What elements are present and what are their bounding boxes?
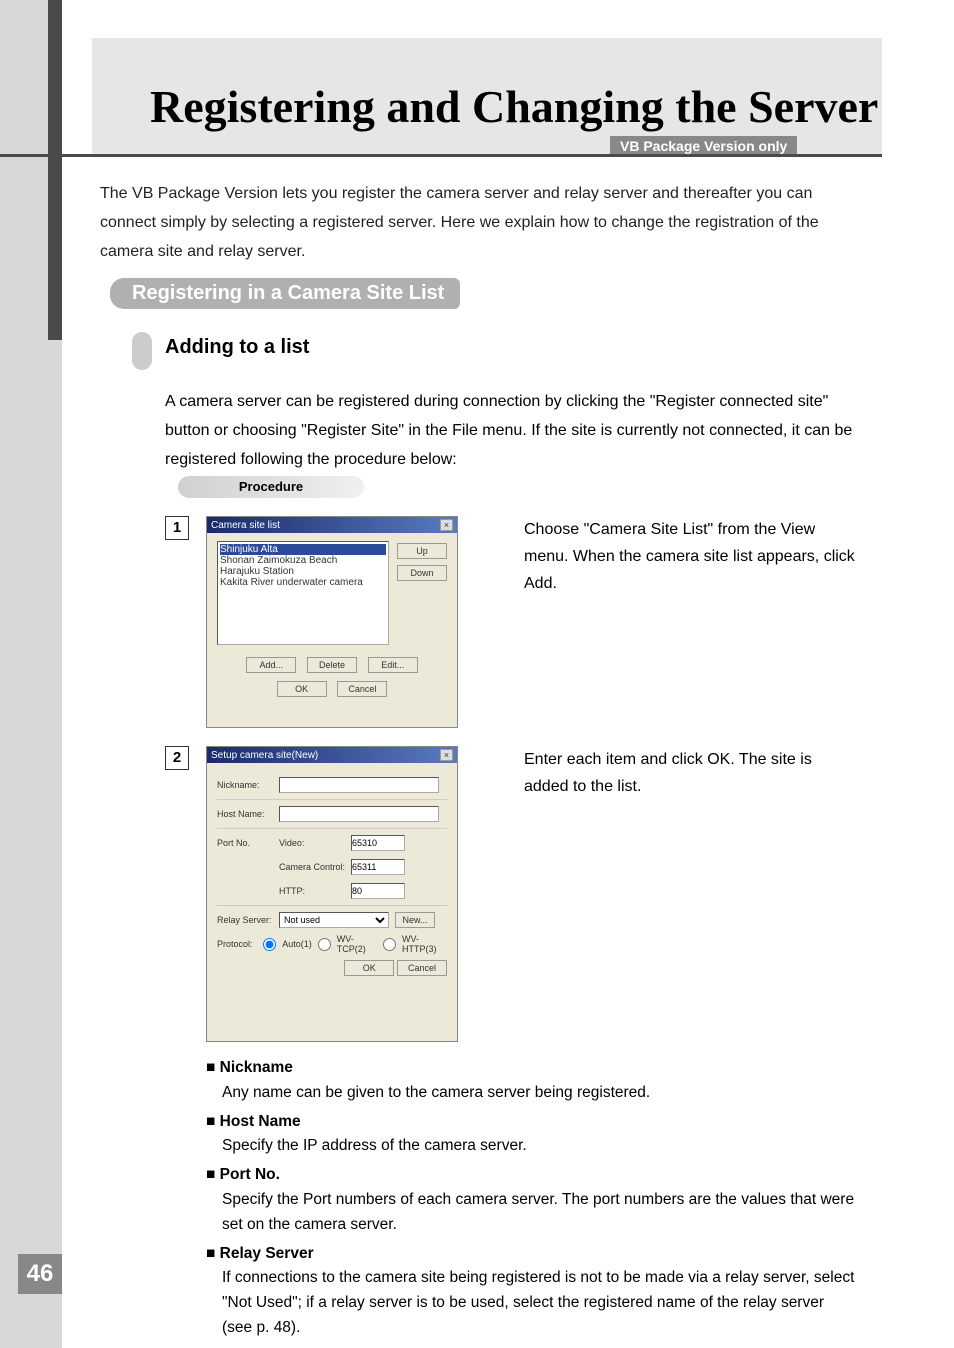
def-desc: If connections to the camera site being …	[222, 1266, 856, 1340]
ok-button[interactable]: OK	[277, 681, 327, 697]
title-divider	[0, 154, 882, 157]
protocol-wvhttp-radio[interactable]	[383, 938, 396, 951]
def-term: Nickname	[206, 1056, 856, 1081]
protocol-label: Protocol:	[217, 939, 257, 949]
intro-paragraph: The VB Package Version lets you register…	[100, 180, 860, 266]
left-dark-stripe	[48, 0, 62, 340]
step-1-text: Choose "Camera Site List" from the View …	[524, 516, 860, 598]
subsection-bullet	[132, 332, 152, 370]
protocol-wvtcp-radio[interactable]	[318, 938, 331, 951]
hostname-label: Host Name:	[217, 809, 279, 819]
subsection-desc: A camera server can be registered during…	[165, 388, 865, 474]
list-item[interactable]: Shonan Zaimokuza Beach	[220, 555, 386, 566]
video-port-input[interactable]	[351, 835, 405, 851]
dialog-title-text: Camera site list	[211, 520, 280, 531]
setup-camera-site-dialog: Setup camera site(New) × Nickname: Host …	[206, 746, 458, 1042]
def-desc: Specify the IP address of the camera ser…	[222, 1134, 856, 1159]
protocol-auto-radio[interactable]	[263, 938, 276, 951]
step-2-text: Enter each item and click OK. The site i…	[524, 746, 860, 800]
list-item[interactable]: Shinjuku Alta	[220, 544, 386, 555]
camera-site-list-dialog: Camera site list × Shinjuku Alta Shonan …	[206, 516, 458, 728]
edit-button[interactable]: Edit...	[368, 657, 418, 673]
subsection-title: Adding to a list	[165, 336, 309, 359]
up-button[interactable]: Up	[397, 543, 447, 559]
video-label: Video:	[279, 838, 351, 848]
step-number-2: 2	[165, 746, 189, 770]
delete-button[interactable]: Delete	[307, 657, 357, 673]
add-button[interactable]: Add...	[246, 657, 296, 673]
dialog-titlebar: Setup camera site(New) ×	[207, 747, 457, 763]
def-desc: Specify the Port numbers of each camera …	[222, 1188, 856, 1238]
list-item[interactable]: Kakita River underwater camera	[220, 577, 386, 588]
protocol-auto-label: Auto(1)	[282, 939, 312, 949]
http-port-input[interactable]	[351, 883, 405, 899]
nickname-label: Nickname:	[217, 780, 279, 790]
page-title: Registering and Changing the Server	[150, 80, 878, 133]
close-icon[interactable]: ×	[440, 519, 453, 531]
protocol-wvtcp-label: WV-TCP(2)	[337, 934, 377, 954]
procedure-label: Procedure	[178, 476, 364, 498]
relay-label: Relay Server:	[217, 915, 279, 925]
nickname-input[interactable]	[279, 777, 439, 793]
dialog-title-text: Setup camera site(New)	[211, 750, 318, 761]
ok-button[interactable]: OK	[344, 960, 394, 976]
step-number-1: 1	[165, 516, 189, 540]
cancel-button[interactable]: Cancel	[337, 681, 387, 697]
hostname-input[interactable]	[279, 806, 439, 822]
version-tag: VB Package Version only	[610, 136, 797, 156]
definitions-block: Nickname Any name can be given to the ca…	[206, 1056, 856, 1345]
camcontrol-label: Camera Control:	[279, 862, 351, 872]
down-button[interactable]: Down	[397, 565, 447, 581]
relay-select[interactable]: Not used	[279, 912, 389, 928]
protocol-wvhttp-label: WV-HTTP(3)	[402, 934, 447, 954]
new-relay-button[interactable]: New...	[395, 912, 435, 928]
list-item[interactable]: Harajuku Station	[220, 566, 386, 577]
dialog-titlebar: Camera site list ×	[207, 517, 457, 533]
http-label: HTTP:	[279, 886, 351, 896]
close-icon[interactable]: ×	[440, 749, 453, 761]
def-term: Relay Server	[206, 1242, 856, 1267]
def-desc: Any name can be given to the camera serv…	[222, 1081, 856, 1106]
site-listbox[interactable]: Shinjuku Alta Shonan Zaimokuza Beach Har…	[217, 541, 389, 645]
portno-label: Port No.	[217, 838, 279, 848]
camcontrol-port-input[interactable]	[351, 859, 405, 875]
page-number: 46	[18, 1254, 62, 1294]
cancel-button[interactable]: Cancel	[397, 960, 447, 976]
def-term: Port No.	[206, 1163, 856, 1188]
section-heading: Registering in a Camera Site List	[110, 278, 460, 309]
def-term: Host Name	[206, 1110, 856, 1135]
